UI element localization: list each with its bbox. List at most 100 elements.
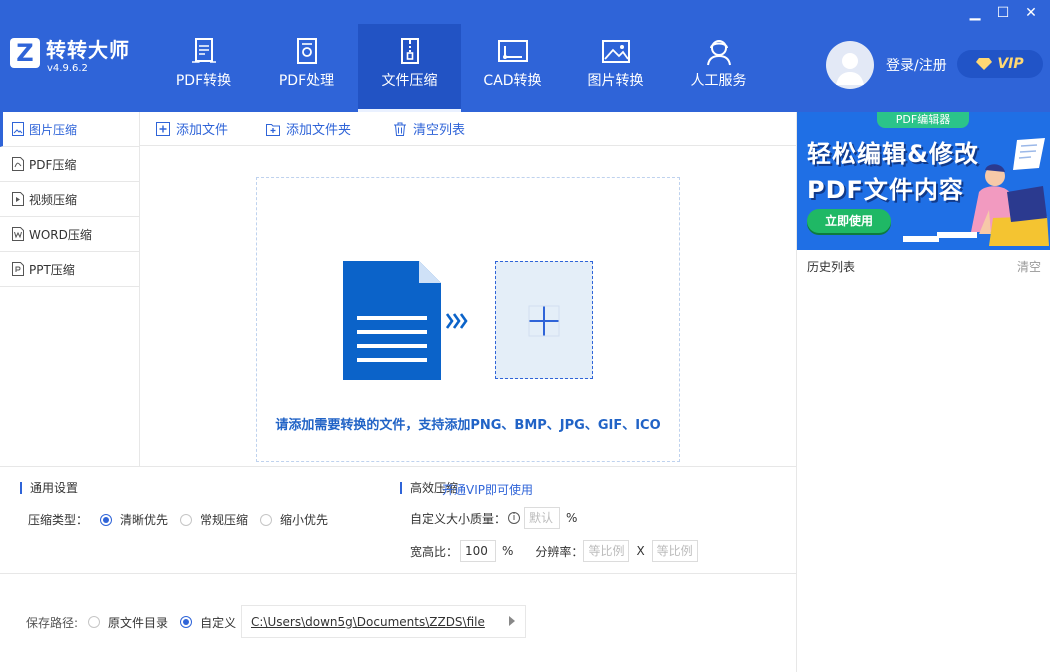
app-header: Z 转转大师 v4.9.6.2 PDF转换 PDF处理 文件压缩 CAD转换 图…: [0, 0, 1050, 112]
add-file-plus-box[interactable]: [495, 261, 593, 379]
pdf-process-icon: [296, 38, 317, 64]
nav-file-compress[interactable]: 文件压缩: [358, 24, 461, 112]
word-file-icon: [12, 227, 24, 241]
add-file-button[interactable]: 添加文件: [156, 119, 228, 138]
vip-label: VIP: [997, 56, 1024, 72]
avatar[interactable]: [826, 41, 874, 89]
sidebar-item-word-compress[interactable]: WORD压缩: [0, 217, 139, 252]
file-toolbar: 添加文件 添加文件夹 清空列表: [140, 112, 796, 146]
user-avatar-icon: [836, 53, 864, 85]
option-label: 缩小优先: [280, 513, 329, 527]
nav-label: 文件压缩: [381, 73, 438, 89]
banner-tag: PDF编辑器: [877, 112, 969, 128]
nav-cad-convert[interactable]: CAD转换: [461, 24, 564, 112]
clear-list-label: 清空列表: [413, 123, 466, 138]
pdf-file-icon: [12, 157, 24, 171]
save-path-row: 保存路径: 原文件目录 自定义: [26, 606, 248, 638]
radio-original-dir[interactable]: [88, 616, 101, 628]
option-normal[interactable]: 常规压缩: [180, 511, 248, 528]
banner-use-now-button[interactable]: 立即使用: [807, 209, 891, 233]
nav-label: CAD转换: [483, 73, 542, 89]
save-path-label: 保存路径:: [26, 615, 79, 630]
radio-custom-dir[interactable]: [180, 616, 193, 628]
add-folder-label: 添加文件夹: [286, 123, 352, 138]
video-file-icon: [12, 192, 24, 206]
option-custom-dir[interactable]: 自定义: [180, 614, 236, 631]
trash-icon: [394, 122, 407, 136]
open-vip-link[interactable]: 开通VIP即可使用: [442, 481, 533, 498]
pdf-convert-icon: [191, 38, 216, 63]
ppt-file-icon: [12, 262, 24, 276]
diamond-icon: [976, 58, 993, 70]
vip-button[interactable]: VIP: [957, 50, 1043, 78]
compress-type-label: 压缩类型：: [28, 513, 89, 527]
sidebar-item-label: PDF压缩: [29, 157, 77, 172]
radio-normal[interactable]: [180, 513, 193, 526]
image-file-icon: [12, 122, 24, 136]
nav-pdf-process[interactable]: PDF处理: [255, 24, 358, 112]
general-settings-title: 通用设置: [20, 482, 78, 494]
nav-label: 人工服务: [690, 73, 747, 89]
main-nav: PDF转换 PDF处理 文件压缩 CAD转换 图片转换 人工服务: [152, 24, 770, 112]
document-icon: [343, 261, 468, 380]
right-panel: PDF编辑器 轻松编辑&修改 PDF文件内容 立即使用 历史列表 清空: [796, 112, 1050, 672]
resolution-height-input[interactable]: 等比例: [651, 540, 698, 562]
history-clear-button[interactable]: 清空: [1017, 258, 1041, 275]
nav-label: 图片转换: [587, 73, 644, 89]
file-compress-icon: [400, 38, 419, 64]
option-label: 常规压缩: [200, 513, 249, 527]
resolution-x-label: X: [636, 544, 645, 558]
nav-image-convert[interactable]: 图片转换: [564, 24, 667, 112]
sidebar-item-label: 视频压缩: [29, 192, 78, 207]
nav-label: PDF转换: [175, 73, 232, 89]
cad-icon: [497, 40, 528, 62]
add-folder-icon: [266, 123, 281, 136]
ratio-label: 宽高比：: [410, 544, 459, 559]
option-label: 清晰优先: [120, 513, 169, 527]
maximize-button[interactable]: ☐: [992, 2, 1014, 24]
percent-label: %: [502, 544, 514, 558]
app-title: 转转大师: [46, 38, 130, 62]
nav-human-service[interactable]: 人工服务: [667, 24, 770, 112]
resolution-width-input[interactable]: 等比例: [583, 540, 630, 562]
compress-sidebar: 图片压缩 PDF压缩 视频压缩 WORD压缩 PPT压缩: [0, 112, 140, 466]
save-path-selector[interactable]: C:\Users\down5g\Documents\ZZDS\file: [241, 605, 526, 638]
compress-settings: 通用设置 压缩类型： 清晰优先 常规压缩 缩小优先 高效压缩 开通VIP即可使用…: [0, 466, 796, 574]
app-version: v4.9.6.2: [47, 63, 88, 74]
login-link[interactable]: 登录/注册: [886, 55, 947, 75]
sidebar-item-pdf-compress[interactable]: PDF压缩: [0, 147, 139, 182]
plus-icon: [528, 305, 560, 337]
custom-size-label: 自定义大小质量：: [410, 511, 507, 526]
close-button[interactable]: ✕: [1020, 2, 1042, 24]
option-size-first[interactable]: 缩小优先: [260, 511, 328, 528]
option-label: 原文件目录: [108, 615, 169, 630]
logo-mark: Z: [10, 38, 40, 68]
window-controls: ▁ ☐ ✕: [964, 2, 1042, 24]
option-original-dir[interactable]: 原文件目录: [88, 614, 168, 631]
chevron-right-icon: [509, 616, 515, 626]
radio-size-first[interactable]: [260, 513, 273, 526]
sidebar-item-ppt-compress[interactable]: PPT压缩: [0, 252, 139, 287]
sidebar-item-label: PPT压缩: [29, 262, 75, 277]
service-icon: [706, 40, 731, 66]
minimize-button[interactable]: ▁: [964, 2, 986, 24]
info-icon[interactable]: i: [508, 512, 521, 524]
custom-size-input[interactable]: 默认: [524, 507, 561, 529]
banner-illustration-icon: [903, 138, 1049, 246]
dropzone-hint: 请添加需要转换的文件，支持添加PNG、BMP、JPG、GIF、ICO: [275, 418, 661, 433]
add-folder-button[interactable]: 添加文件夹: [266, 119, 351, 138]
option-clarity-first[interactable]: 清晰优先: [100, 511, 168, 528]
clear-list-button[interactable]: 清空列表: [393, 119, 465, 138]
sidebar-item-video-compress[interactable]: 视频压缩: [0, 182, 139, 217]
resolution-label: 分辨率：: [535, 544, 584, 559]
file-dropzone[interactable]: 请添加需要转换的文件，支持添加PNG、BMP、JPG、GIF、ICO: [256, 177, 680, 462]
sidebar-item-image-compress[interactable]: 图片压缩: [0, 112, 139, 147]
compress-type-row: 压缩类型： 清晰优先 常规压缩 缩小优先: [28, 511, 340, 528]
app-logo: Z 转转大师 v4.9.6.2: [10, 38, 130, 76]
option-label: 自定义: [200, 615, 237, 630]
pdf-editor-banner[interactable]: PDF编辑器 轻松编辑&修改 PDF文件内容 立即使用: [797, 112, 1050, 250]
nav-label: PDF处理: [278, 73, 335, 89]
ratio-input[interactable]: 100: [460, 540, 497, 562]
radio-clarity-first[interactable]: [100, 513, 113, 526]
nav-pdf-convert[interactable]: PDF转换: [152, 24, 255, 112]
